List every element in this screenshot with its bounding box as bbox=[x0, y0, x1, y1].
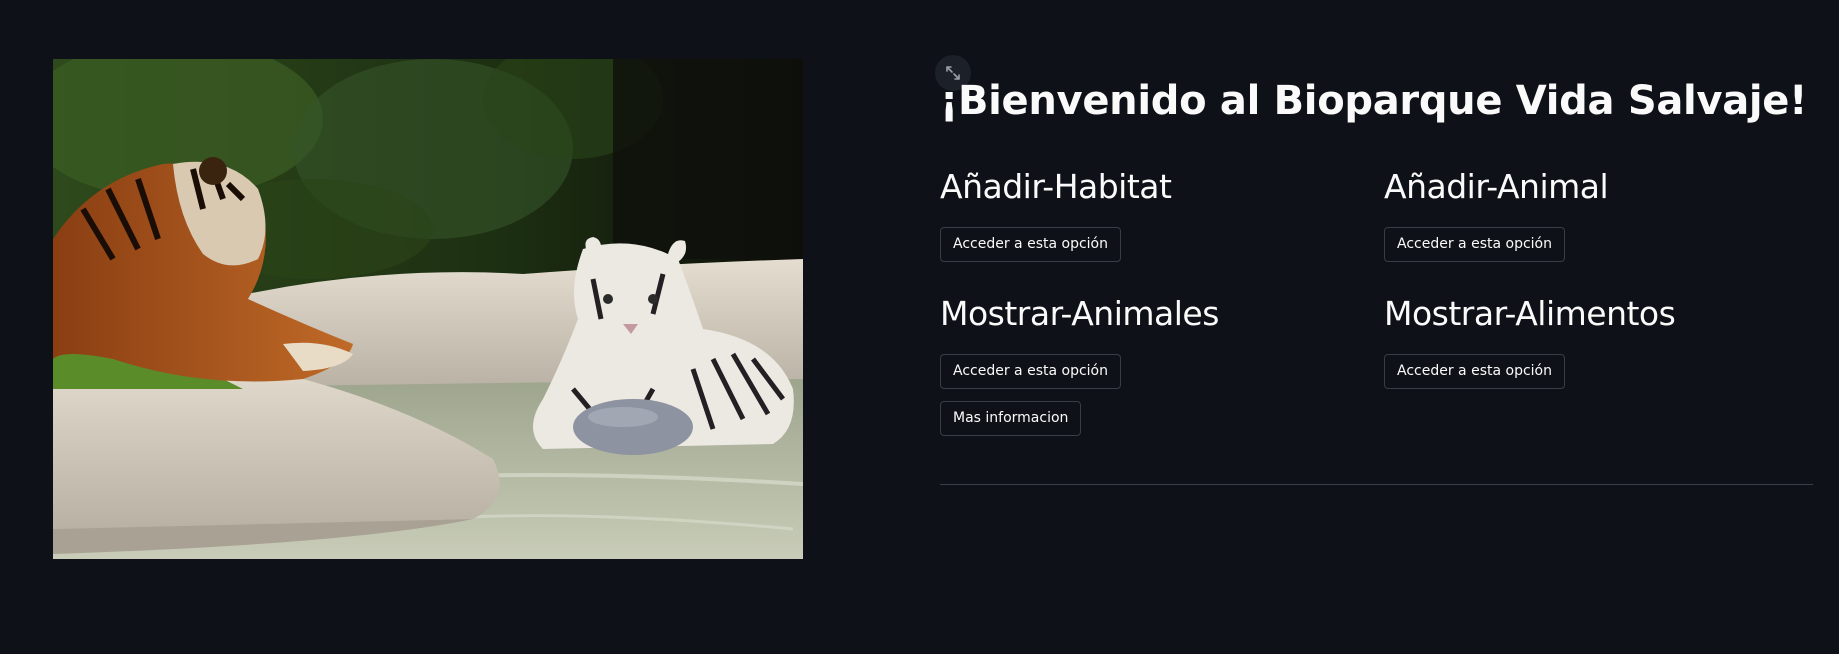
option-add-animal: Añadir-Animal Acceder a esta opción bbox=[1384, 170, 1804, 262]
option-show-animals: Mostrar-Animales Acceder a esta opción bbox=[940, 297, 1360, 389]
divider bbox=[940, 484, 1813, 485]
access-show-animals-button[interactable]: Acceder a esta opción bbox=[940, 354, 1121, 389]
tigers-photo bbox=[53, 59, 803, 559]
option-heading: Añadir-Animal bbox=[1384, 167, 1609, 206]
option-heading: Mostrar-Alimentos bbox=[1384, 294, 1676, 333]
option-add-habitat: Añadir-Habitat Acceder a esta opción bbox=[940, 170, 1360, 262]
access-add-habitat-button[interactable]: Acceder a esta opción bbox=[940, 227, 1121, 262]
option-heading: Añadir-Habitat bbox=[940, 167, 1172, 206]
option-show-foods: Mostrar-Alimentos Acceder a esta opción bbox=[1384, 297, 1804, 389]
option-heading: Mostrar-Animales bbox=[940, 294, 1219, 333]
page-title: ¡Bienvenido al Bioparque Vida Salvaje! bbox=[940, 78, 1808, 124]
tigers-illustration bbox=[53, 59, 803, 559]
access-show-foods-button[interactable]: Acceder a esta opción bbox=[1384, 354, 1565, 389]
access-add-animal-button[interactable]: Acceder a esta opción bbox=[1384, 227, 1565, 262]
more-info-button[interactable]: Mas informacion bbox=[940, 401, 1082, 436]
app-page: ¡Bienvenido al Bioparque Vida Salvaje! A… bbox=[0, 0, 1839, 654]
